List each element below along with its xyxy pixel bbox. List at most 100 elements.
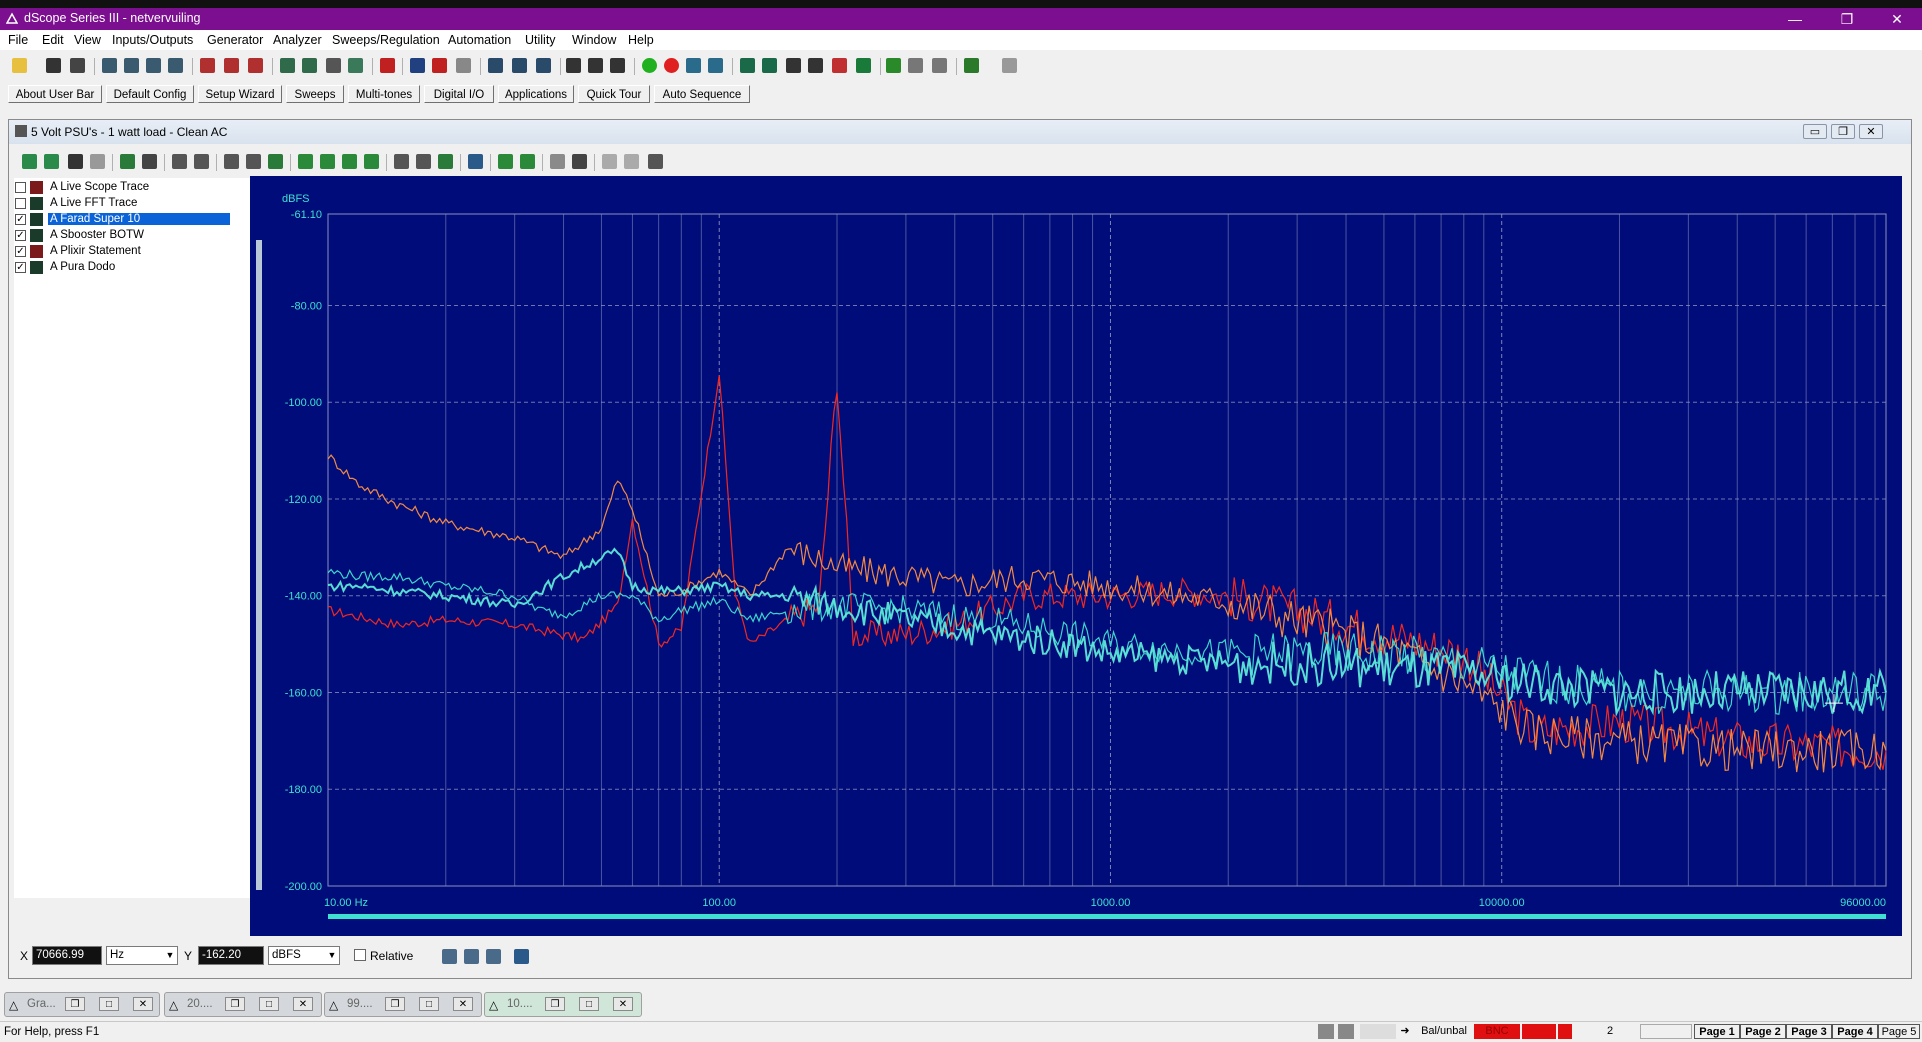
analyzer-icon[interactable] [280, 58, 295, 73]
task-maximize-button[interactable]: □ [99, 997, 119, 1011]
about-user-bar-button[interactable]: About User Bar [8, 85, 102, 103]
task-maximize-button[interactable]: □ [579, 997, 599, 1011]
trace-item-live-fft[interactable]: A Live FFT Trace [14, 196, 236, 211]
zoom-y-icon[interactable] [246, 154, 261, 169]
page-5-tab[interactable]: Page 5 [1878, 1024, 1920, 1039]
menu-generator[interactable]: Generator [207, 33, 263, 47]
trace-delete-icon[interactable] [90, 154, 105, 169]
trace-checkbox[interactable] [15, 198, 26, 209]
task-close-button[interactable]: ✕ [133, 997, 153, 1011]
cursor-peak-icon[interactable] [486, 949, 501, 964]
filter-c-icon[interactable] [786, 58, 801, 73]
marker-a-icon[interactable] [298, 154, 313, 169]
x-unit-select[interactable]: Hz ▼ [106, 946, 178, 965]
move-icon[interactable] [572, 154, 587, 169]
filter-a-icon[interactable] [740, 58, 755, 73]
task-close-button[interactable]: ✕ [453, 997, 473, 1011]
menu-view[interactable]: View [74, 33, 101, 47]
setup-wizard-button[interactable]: Setup Wizard [198, 85, 282, 103]
menu-sweeps-regulation[interactable]: Sweeps/Regulation [332, 33, 440, 47]
trace-checkbox[interactable]: ✓ [15, 246, 26, 257]
page-1-tab[interactable]: Page 1 [1694, 1024, 1740, 1039]
input-a-icon[interactable] [102, 58, 117, 73]
trigger-b-icon[interactable] [588, 58, 603, 73]
graph-vertical-slider[interactable] [256, 240, 262, 890]
tool-b-icon[interactable] [908, 58, 923, 73]
sweeps-button[interactable]: Sweeps [286, 85, 344, 103]
x-cursor-value[interactable]: 70666.99 [32, 946, 102, 965]
scope-icon[interactable] [488, 58, 503, 73]
sweep-a-icon[interactable] [410, 58, 425, 73]
trace-save-icon[interactable] [68, 154, 83, 169]
default-config-button[interactable]: Default Config [106, 85, 194, 103]
trace-add-icon[interactable] [22, 154, 37, 169]
tool-a-icon[interactable] [886, 58, 901, 73]
page-2-tab[interactable]: Page 2 [1740, 1024, 1786, 1039]
cursor-lock-icon[interactable] [514, 949, 529, 964]
graph-restore-button[interactable]: ❐ [1831, 124, 1855, 139]
run-icon[interactable] [642, 58, 657, 73]
task-maximize-button[interactable]: □ [419, 997, 439, 1011]
trace-checkbox[interactable]: ✓ [15, 230, 26, 241]
fft-chart[interactable]: -61.10 -80.00 -100.00 -120.00 -140.00 -160.00… [250, 176, 1902, 936]
digital-io-button[interactable]: Digital I/O [424, 85, 494, 103]
generator-off-icon[interactable] [224, 58, 239, 73]
graph-b-icon[interactable] [142, 154, 157, 169]
peak-icon[interactable] [468, 154, 483, 169]
trace-item-farad-super-10[interactable]: ✓ A Farad Super 10 [14, 212, 236, 227]
relative-checkbox[interactable] [354, 949, 366, 961]
pan-icon[interactable] [550, 154, 565, 169]
graph-minimize-button[interactable]: ▭ [1803, 124, 1827, 139]
marker-f-icon[interactable] [520, 154, 535, 169]
redo-zoom-icon[interactable] [624, 154, 639, 169]
task-close-button[interactable]: ✕ [293, 997, 313, 1011]
page-4-tab[interactable]: Page 4 [1832, 1024, 1878, 1039]
output-b-icon[interactable] [168, 58, 183, 73]
trigger-c-icon[interactable] [610, 58, 625, 73]
save-icon[interactable] [46, 58, 61, 73]
tool-c-icon[interactable] [932, 58, 947, 73]
marker-b-icon[interactable] [320, 154, 335, 169]
generator-mute-icon[interactable] [248, 58, 263, 73]
trace-checkbox[interactable]: ✓ [15, 262, 26, 273]
menu-automation[interactable]: Automation [448, 33, 511, 47]
menu-utility[interactable]: Utility [525, 33, 556, 47]
trace-checkbox[interactable] [15, 182, 26, 193]
graph-d-icon[interactable] [194, 154, 209, 169]
close-button[interactable]: ✕ [1874, 8, 1920, 30]
menu-inputs-outputs[interactable]: Inputs/Outputs [112, 33, 193, 47]
menu-help[interactable]: Help [628, 33, 654, 47]
y-unit-select[interactable]: dBFS ▼ [268, 946, 340, 965]
fft-graph-panel[interactable]: -61.10 -80.00 -100.00 -120.00 -140.00 -160.00… [250, 176, 1902, 936]
task-close-button[interactable]: ✕ [613, 997, 633, 1011]
task-window-2[interactable]: △ 20.... ❐ □ ✕ [164, 992, 322, 1017]
filter-d-icon[interactable] [808, 58, 823, 73]
menu-file[interactable]: File [8, 33, 28, 47]
trace-item-live-scope[interactable]: A Live Scope Trace [14, 180, 236, 195]
menu-window[interactable]: Window [572, 33, 616, 47]
sweep-c-icon[interactable] [456, 58, 471, 73]
graph-a-icon[interactable] [120, 154, 135, 169]
trace-item-pura-dodo[interactable]: ✓ A Pura Dodo [14, 260, 236, 275]
trace-item-plixir-statement[interactable]: ✓ A Plixir Statement [14, 244, 236, 259]
marker-d-icon[interactable] [364, 154, 379, 169]
filter-f-icon[interactable] [856, 58, 871, 73]
task-restore-button[interactable]: ❐ [545, 997, 565, 1011]
trigger-a-icon[interactable] [566, 58, 581, 73]
restore-button[interactable]: ❐ [1824, 8, 1870, 30]
menu-edit[interactable]: Edit [42, 33, 64, 47]
settings-icon[interactable] [648, 154, 663, 169]
cursor-a-icon[interactable] [394, 154, 409, 169]
page-3-tab[interactable]: Page 3 [1786, 1024, 1832, 1039]
cursor-move-icon[interactable] [442, 949, 457, 964]
record-icon[interactable] [664, 58, 679, 73]
scope-c-icon[interactable] [536, 58, 551, 73]
scope-b-icon[interactable] [512, 58, 527, 73]
analyzer-b-icon[interactable] [302, 58, 317, 73]
undo-zoom-icon[interactable] [602, 154, 617, 169]
task-window-3[interactable]: △ 99.... ❐ □ ✕ [324, 992, 482, 1017]
output-a-icon[interactable] [146, 58, 161, 73]
marker-e-icon[interactable] [498, 154, 513, 169]
filter-b-icon[interactable] [762, 58, 777, 73]
graph-close-button[interactable]: ✕ [1859, 124, 1883, 139]
